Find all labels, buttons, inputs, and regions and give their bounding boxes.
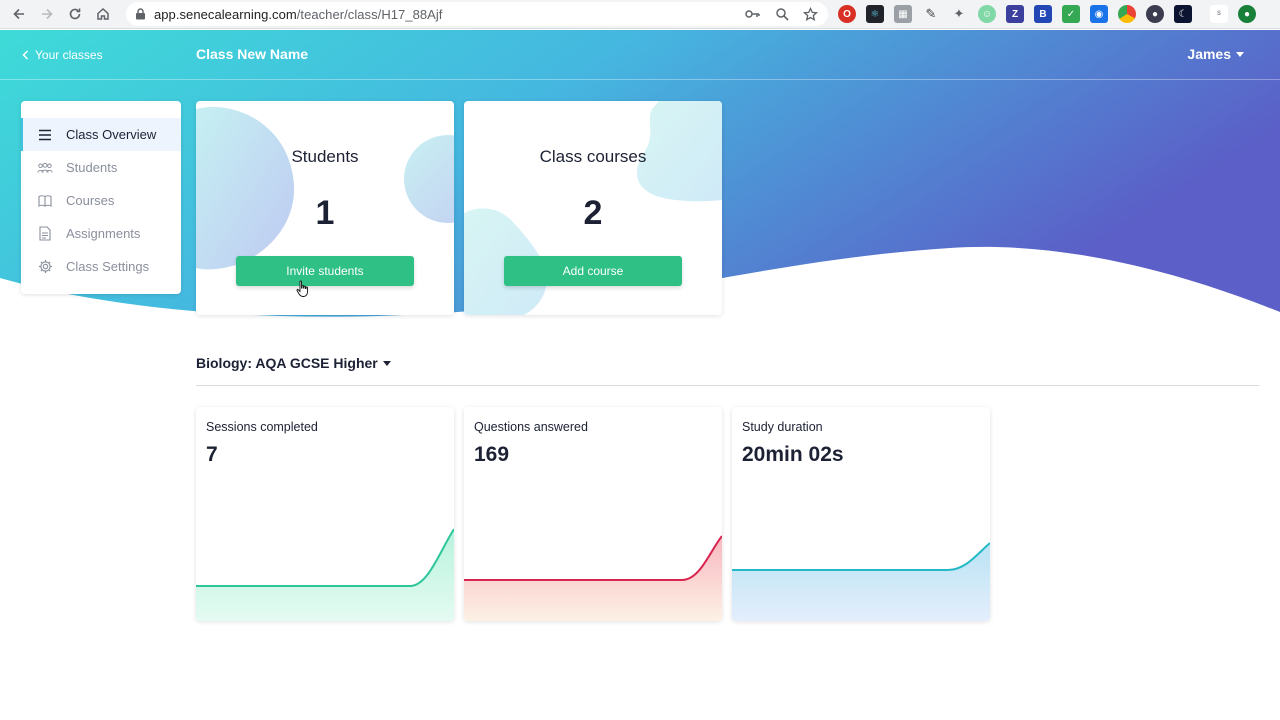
sidebar-item-class-overview[interactable]: Class Overview — [21, 118, 181, 151]
lock-icon — [126, 8, 154, 20]
questions-trend-chart — [464, 535, 722, 621]
course-selector-label: Biology: AQA GCSE Higher — [196, 355, 378, 371]
class-courses-card: Class courses 2 Add course — [464, 101, 722, 315]
add-course-button[interactable]: Add course — [504, 256, 682, 286]
url-text: app.senecalearning.com/teacher/class/H17… — [154, 6, 443, 22]
sidebar-item-class-settings[interactable]: Class Settings — [21, 250, 181, 283]
green-extension-icon[interactable]: ✓ — [1062, 5, 1080, 23]
app-root: Your classes Class New Name James Class … — [0, 30, 1280, 720]
metric-label: Sessions completed — [206, 420, 318, 434]
key-icon[interactable] — [743, 5, 762, 24]
grid-extension-icon[interactable]: ▦ — [894, 5, 912, 23]
user-name: James — [1187, 46, 1231, 62]
sessions-trend-line — [196, 528, 454, 587]
sidebar-item-courses[interactable]: Courses — [21, 184, 181, 217]
list-icon — [37, 127, 53, 143]
students-card-title: Students — [291, 147, 359, 166]
people-icon — [37, 160, 53, 176]
duration-trend-line — [732, 542, 990, 571]
metric-label: Questions answered — [474, 420, 588, 434]
z-extension-icon[interactable]: Z — [1006, 5, 1024, 23]
browser-toolbar: app.senecalearning.com/teacher/class/H17… — [0, 0, 1280, 29]
duration-trend-area — [732, 543, 990, 621]
book-icon — [37, 193, 53, 209]
face-extension-icon[interactable]: ☺ — [978, 5, 996, 23]
sessions-trend-chart — [196, 528, 454, 621]
b-extension-icon[interactable]: B — [1034, 5, 1052, 23]
extensions-bar: O ⚛ ▦ ✎ ✦ ☺ Z B ✓ ◉ ● ☾ S ● — [838, 5, 1256, 23]
document-icon — [37, 226, 53, 242]
reload-icon[interactable] — [61, 0, 89, 28]
section-divider — [196, 385, 1259, 386]
your-classes-link[interactable]: Your classes — [22, 48, 103, 62]
seneca-extension-icon[interactable]: S — [1210, 5, 1228, 23]
eyedropper-extension-icon[interactable]: ✎ — [922, 5, 940, 23]
course-selector-dropdown[interactable]: Biology: AQA GCSE Higher — [196, 355, 391, 371]
puzzle-extension-icon[interactable]: ✦ — [950, 5, 968, 23]
questions-trend-line — [464, 535, 722, 581]
zoom-icon[interactable] — [772, 5, 791, 24]
caret-down-icon — [1236, 51, 1244, 57]
home-icon[interactable] — [89, 0, 117, 28]
react-extension-icon[interactable]: ⚛ — [866, 5, 884, 23]
questions-answered-card: Questions answered 169 — [464, 407, 722, 621]
back-arrow-icon[interactable] — [5, 0, 33, 28]
sidebar-item-label: Students — [66, 160, 118, 175]
opera-extension-icon[interactable]: O — [838, 5, 856, 23]
sidebar-item-label: Class Overview — [66, 127, 157, 142]
forward-arrow-icon[interactable] — [33, 0, 61, 28]
your-classes-label: Your classes — [35, 48, 103, 62]
metric-label: Study duration — [742, 420, 823, 434]
class-sidebar: Class Overview Students Courses Assignme… — [21, 101, 181, 294]
chrome-extension-icon[interactable] — [1118, 5, 1136, 23]
chevron-left-icon — [22, 50, 29, 60]
invite-students-button[interactable]: Invite students — [236, 256, 414, 286]
user-menu[interactable]: James — [1187, 46, 1244, 62]
class-title: Class New Name — [196, 46, 309, 62]
questions-trend-area — [464, 536, 722, 621]
gear-icon — [37, 259, 53, 275]
sidebar-item-label: Class Settings — [66, 259, 150, 274]
profile-avatar-icon[interactable]: ● — [1238, 5, 1256, 23]
students-count: 1 — [315, 194, 335, 232]
duration-trend-chart — [732, 542, 990, 621]
sidebar-item-assignments[interactable]: Assignments — [21, 217, 181, 250]
class-courses-card-title: Class courses — [539, 147, 647, 166]
dark-circle-extension-icon[interactable]: ● — [1146, 5, 1164, 23]
caret-down-icon — [382, 360, 391, 366]
sessions-trend-area — [196, 529, 454, 621]
moon-extension-icon[interactable]: ☾ — [1174, 5, 1192, 23]
metric-value: 7 — [206, 443, 218, 466]
courses-count: 2 — [583, 194, 603, 232]
metric-value: 169 — [474, 443, 510, 466]
study-duration-card: Study duration 20min 02s — [732, 407, 990, 621]
app-top-bar: Your classes Class New Name James — [0, 30, 1280, 80]
sessions-completed-card: Sessions completed 7 — [196, 407, 454, 621]
sidebar-item-label: Courses — [66, 193, 115, 208]
hand-cursor-icon — [296, 280, 308, 297]
address-bar[interactable]: app.senecalearning.com/teacher/class/H17… — [126, 2, 828, 26]
bookmark-star-icon[interactable] — [801, 5, 820, 24]
metric-value: 20min 02s — [742, 443, 844, 466]
sidebar-item-students[interactable]: Students — [21, 151, 181, 184]
students-card: Students 1 Invite students — [196, 101, 454, 315]
sidebar-item-label: Assignments — [66, 226, 141, 241]
camera-extension-icon[interactable]: ◉ — [1090, 5, 1108, 23]
